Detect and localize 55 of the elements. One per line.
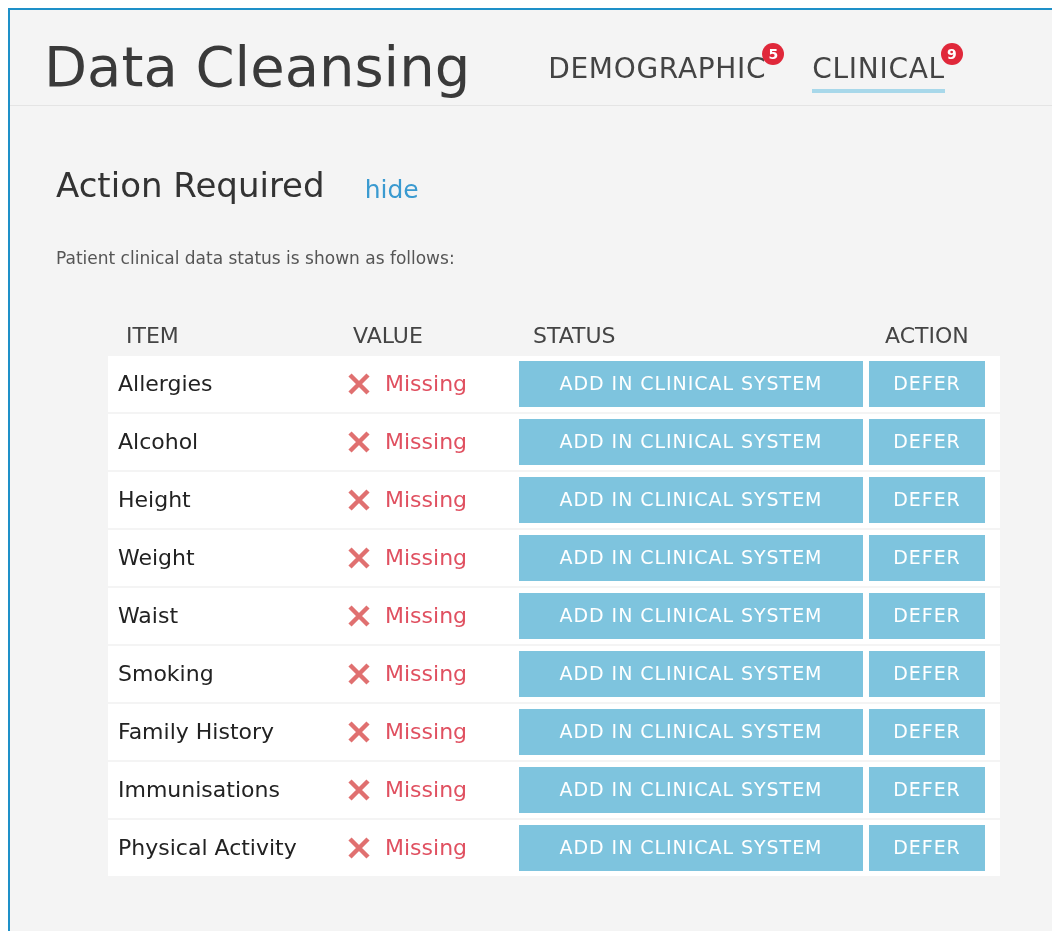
missing-status: Missing <box>385 486 468 514</box>
column-header: VALUE <box>353 323 423 348</box>
defer-button[interactable]: DEFER <box>869 360 985 407</box>
add-in-clinical-system-button[interactable]: ADD IN CLINICAL SYSTEM <box>519 650 863 697</box>
missing-status: Missing <box>385 544 468 572</box>
table-cell: Allergies <box>118 371 213 396</box>
notification-badge: 9 <box>940 43 963 65</box>
defer-button[interactable]: DEFER <box>869 766 985 813</box>
cross-icon <box>347 371 371 396</box>
missing-status: Missing <box>385 776 468 804</box>
table-cell: Height <box>118 487 191 512</box>
table-cell: Physical Activity <box>118 835 297 860</box>
defer-button[interactable]: DEFER <box>869 824 985 871</box>
missing-status: Missing <box>385 370 468 398</box>
missing-status: Missing <box>385 834 468 862</box>
defer-button[interactable]: DEFER <box>869 418 985 465</box>
description: Patient clinical data status is shown as follows: <box>56 247 456 270</box>
table-cell: Waist <box>118 603 179 628</box>
cross-icon <box>347 835 371 860</box>
add-in-clinical-system-button[interactable]: ADD IN CLINICAL SYSTEM <box>519 418 863 465</box>
cross-icon <box>347 603 371 628</box>
table-cell: Smoking <box>118 661 214 686</box>
hide-link[interactable]: hide <box>364 177 419 202</box>
cross-icon <box>347 545 371 570</box>
add-in-clinical-system-button[interactable]: ADD IN CLINICAL SYSTEM <box>519 476 863 523</box>
missing-status: Missing <box>385 602 468 630</box>
table-cell: Weight <box>118 545 195 570</box>
section-heading: Action Required <box>56 168 325 202</box>
cross-icon <box>347 661 371 686</box>
missing-status: Missing <box>385 660 468 688</box>
column-header: ITEM <box>126 323 179 348</box>
missing-status: Missing <box>385 718 468 746</box>
tab[interactable]: CLINICAL <box>812 55 945 93</box>
add-in-clinical-system-button[interactable]: ADD IN CLINICAL SYSTEM <box>519 534 863 581</box>
add-in-clinical-system-button[interactable]: ADD IN CLINICAL SYSTEM <box>519 360 863 407</box>
table-cell: Family History <box>118 719 275 744</box>
add-in-clinical-system-button[interactable]: ADD IN CLINICAL SYSTEM <box>519 708 863 755</box>
cross-icon <box>347 777 371 802</box>
defer-button[interactable]: DEFER <box>869 476 985 523</box>
page-title: Data Cleansing <box>44 39 471 97</box>
cross-icon <box>347 487 371 512</box>
add-in-clinical-system-button[interactable]: ADD IN CLINICAL SYSTEM <box>519 766 863 813</box>
defer-button[interactable]: DEFER <box>869 534 985 581</box>
table-cell: Immunisations <box>118 777 280 802</box>
missing-status: Missing <box>385 428 468 456</box>
defer-button[interactable]: DEFER <box>869 592 985 639</box>
defer-button[interactable]: DEFER <box>869 650 985 697</box>
add-in-clinical-system-button[interactable]: ADD IN CLINICAL SYSTEM <box>519 592 863 639</box>
column-header: ACTION <box>885 323 969 348</box>
defer-button[interactable]: DEFER <box>869 708 985 755</box>
column-header: STATUS <box>533 323 616 348</box>
cross-icon <box>347 429 371 454</box>
table-cell: Alcohol <box>118 429 199 454</box>
cross-icon <box>347 719 371 744</box>
add-in-clinical-system-button[interactable]: ADD IN CLINICAL SYSTEM <box>519 824 863 871</box>
